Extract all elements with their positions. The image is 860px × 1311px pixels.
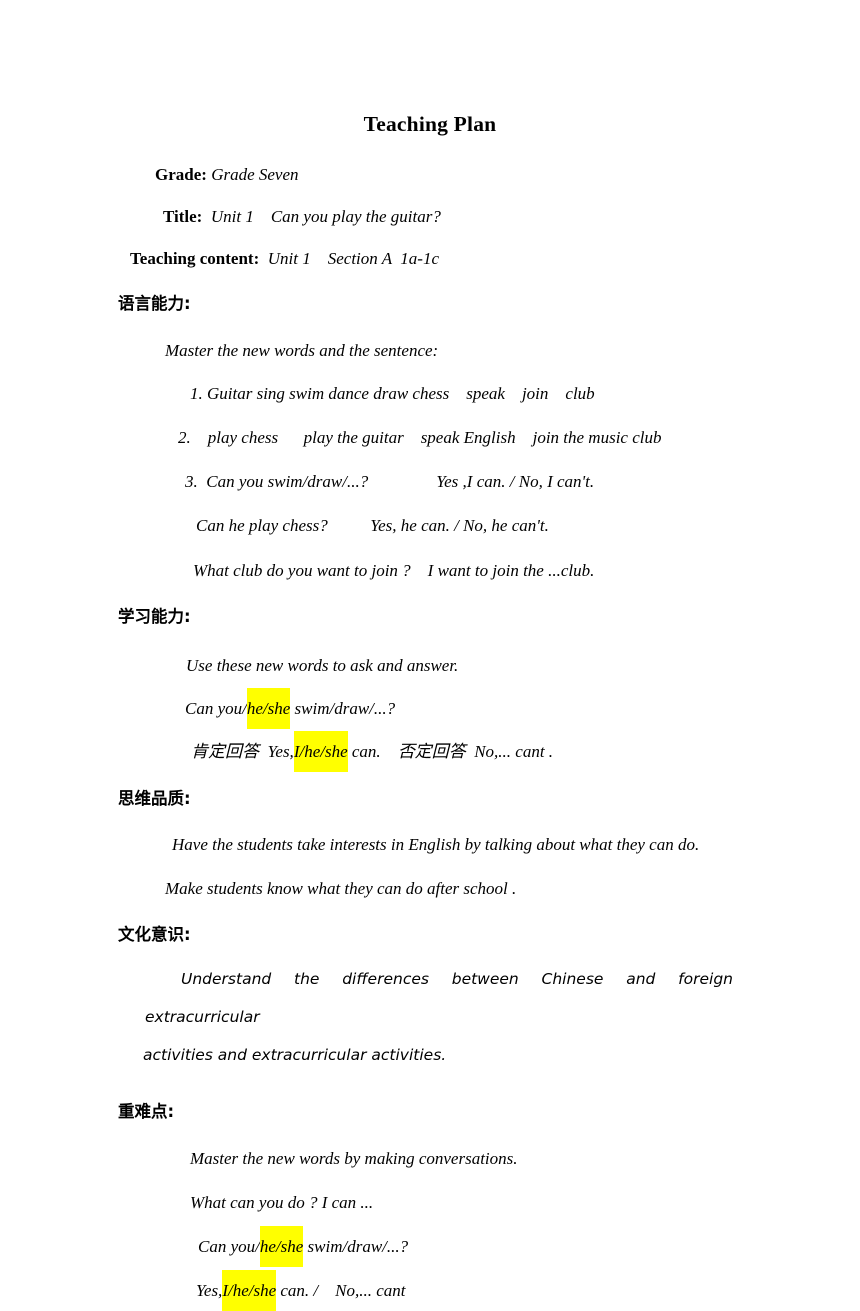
question-prefix: Can you/ — [185, 698, 247, 718]
grade-label: Grade: — [155, 164, 207, 184]
language-ability-item-3b: Can he play chess? Yes, he can. / No, he… — [196, 516, 549, 535]
key-answer-suffix: can. / No,... cant — [276, 1281, 406, 1300]
title-label: Title: — [163, 206, 203, 226]
section-heading-cultural-awareness: 文化意识: — [118, 925, 191, 944]
grade-row: Grade: Grade Seven — [155, 166, 860, 183]
language-ability-item-3c: What club do you want to join ? I want t… — [193, 561, 595, 580]
highlight-he-she: he/she — [246, 687, 291, 729]
page-title: Teaching Plan — [363, 112, 497, 136]
section-heading-thinking-quality: 思维品质: — [118, 788, 191, 808]
cultural-awareness-line-1: Understand the differences between Chine… — [145, 969, 733, 1026]
key-points-line-2: What can you do ? I can ... — [190, 1193, 374, 1212]
learning-ability-answers: 肯定回答 Yes,I/he/she can. 否定回答 No,... cant … — [191, 730, 860, 772]
language-ability-item-2: 2. play chess play the guitar speak Engl… — [178, 428, 662, 447]
question-suffix: swim/draw/...? — [290, 698, 396, 718]
key-points-line-1: Master the new words by making conversat… — [190, 1149, 518, 1168]
grade-value: Grade Seven — [211, 164, 299, 184]
cultural-awareness-line-2: activities and extracurricular activitie… — [143, 1045, 447, 1064]
thinking-quality-line-2: Make students know what they can do afte… — [165, 879, 517, 898]
learning-ability-question: Can you/he/she swim/draw/...? — [185, 687, 860, 729]
learning-ability-intro: Use these new words to ask and answer. — [186, 655, 459, 675]
section-heading-language-ability: 语言能力: — [118, 293, 191, 313]
negative-label: 否定回答 — [397, 741, 466, 761]
affirmative-label: 肯定回答 — [191, 741, 259, 761]
section-heading-learning-ability: 学习能力: — [118, 607, 191, 626]
negative-text: No,... cant . — [465, 741, 554, 761]
document-page: Teaching Plan Grade: Grade Seven Title: … — [0, 0, 860, 1311]
teaching-content-row: Teaching content: Unit 1 Section A 1a-1c — [130, 250, 860, 267]
cultural-awareness-paragraph: Understand the differences between Chine… — [143, 960, 733, 1074]
key-question-suffix: swim/draw/...? — [303, 1237, 409, 1256]
section-heading-key-points: 重难点: — [118, 1101, 175, 1121]
language-ability-item-3: 3. Can you swim/draw/...? Yes ,I can. / … — [185, 472, 595, 491]
highlight-he-she: he/she — [259, 1226, 304, 1267]
key-answer-prefix: Yes, — [196, 1281, 223, 1300]
key-question-prefix: Can you/ — [198, 1237, 260, 1256]
language-ability-intro: Master the new words and the sentence: — [165, 341, 439, 360]
teaching-content-label: Teaching content: — [130, 248, 260, 268]
affirmative-suffix: can. — [347, 741, 398, 761]
title-value: Unit 1 Can you play the guitar? — [210, 206, 441, 226]
affirmative-prefix: Yes, — [259, 741, 294, 761]
thinking-quality-line-1: Have the students take interests in Engl… — [172, 835, 700, 854]
key-points-answer: Yes,I/he/she can. / No,... cant — [196, 1270, 860, 1311]
highlight-i-he-she: I/he/she — [293, 730, 348, 772]
teaching-content-value: Unit 1 Section A 1a-1c — [267, 248, 439, 268]
title-row: Title: Unit 1 Can you play the guitar? — [163, 208, 860, 225]
key-points-question: Can you/he/she swim/draw/...? — [198, 1226, 860, 1267]
highlight-i-he-she: I/he/she — [222, 1270, 277, 1311]
language-ability-item-1: 1. Guitar sing swim dance draw chess spe… — [190, 384, 595, 403]
